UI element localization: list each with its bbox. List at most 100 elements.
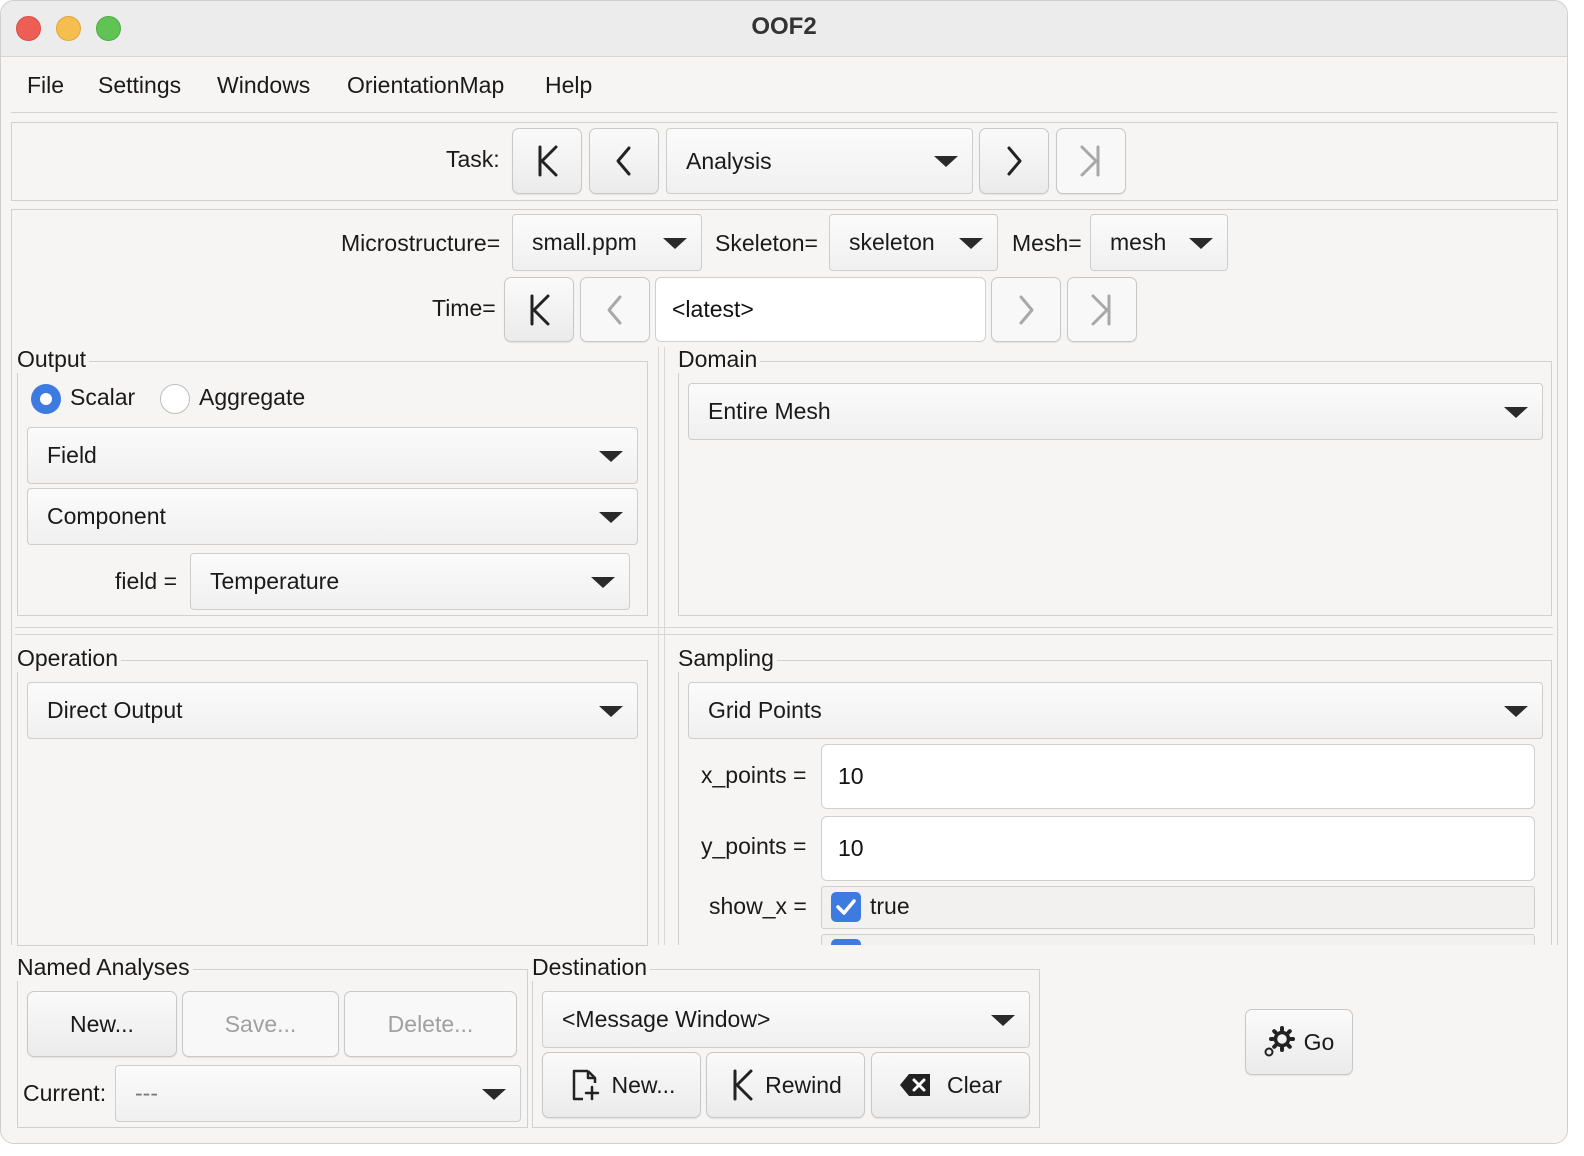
destination-rewind-button[interactable]: Rewind [706,1052,865,1118]
task-label: Task: [446,146,500,172]
output-component-combo[interactable]: Component [27,488,638,545]
mesh-value: mesh [1110,229,1167,255]
gear-icon [1264,1026,1295,1057]
dropdown-arrow-icon [599,705,623,717]
show-y-row [821,934,1535,945]
time-entry-value: <latest> [672,296,754,322]
operation-value: Direct Output [47,697,183,723]
operation-title: Operation [17,645,122,672]
named-analysis-delete-button[interactable]: Delete... [344,991,517,1057]
menu-help[interactable]: Help [545,72,592,99]
destination-clear-label: Clear [947,1071,1002,1098]
destination-value: <Message Window> [562,1006,771,1032]
operation-combo[interactable]: Direct Output [27,682,638,739]
menu-settings[interactable]: Settings [98,72,181,99]
chevron-left-icon [607,295,622,324]
named-analysis-new-button[interactable]: New... [27,991,177,1057]
go-button[interactable]: Go [1245,1009,1353,1075]
microstructure-value: small.ppm [532,229,637,255]
named-analysis-save-label: Save... [224,1010,297,1037]
skip-to-first-icon [538,145,558,177]
dropdown-arrow-icon [591,576,615,588]
menu-bar: File Settings Windows OrientationMap Hel… [1,58,1567,112]
field-param-value: Temperature [210,568,340,594]
task-first-button[interactable] [512,128,582,194]
aggregate-radio-label[interactable]: Aggregate [199,384,305,411]
output-field-value: Field [47,442,97,468]
skip-to-last-icon [1080,145,1100,177]
go-label: Go [1303,1028,1335,1055]
vertical-pane-divider[interactable] [658,347,659,945]
destination-clear-button[interactable]: Clear [871,1052,1030,1118]
y-points-value: 10 [838,835,864,861]
current-analysis-value: --- [135,1080,158,1106]
dropdown-arrow-icon [991,1014,1015,1026]
named-analysis-delete-label: Delete... [387,1010,474,1037]
dropdown-arrow-icon [1504,406,1528,418]
checkmark-icon [836,899,856,915]
destination-new-label: New... [611,1071,676,1098]
show-x-label: show_x = [709,893,807,919]
skeleton-label: Skeleton= [715,230,818,256]
menu-windows[interactable]: Windows [217,72,310,99]
microstructure-combo[interactable]: small.ppm [512,214,702,271]
time-last-button[interactable] [1067,277,1137,342]
y-points-label: y_points = [701,833,807,859]
x-points-value: 10 [838,763,864,789]
menu-divider [11,112,1557,113]
named-analyses-title: Named Analyses [17,954,193,981]
dropdown-arrow-icon [1504,705,1528,717]
sampling-combo[interactable]: Grid Points [688,682,1543,739]
dropdown-arrow-icon [1189,237,1213,249]
scalar-radio[interactable] [31,384,61,414]
horizontal-pane-divider[interactable] [15,627,1553,628]
vertical-pane-divider-2 [664,347,665,945]
aggregate-radio[interactable] [160,384,190,414]
show-x-checkbox[interactable] [831,892,861,922]
clear-backspace-icon [900,1074,931,1096]
task-next-button[interactable] [979,128,1049,194]
scalar-radio-label[interactable]: Scalar [70,384,135,411]
task-last-button[interactable] [1056,128,1126,194]
time-next-button[interactable] [991,277,1061,342]
field-param-label: field = [115,568,178,594]
dropdown-arrow-icon [959,237,983,249]
output-component-value: Component [47,503,166,529]
task-combo[interactable]: Analysis [666,128,973,194]
time-entry[interactable]: <latest> [655,277,986,342]
dropdown-arrow-icon [482,1088,506,1100]
skeleton-combo[interactable]: skeleton [829,214,998,271]
dropdown-arrow-icon [599,511,623,523]
show-x-row [821,886,1535,929]
output-field-combo[interactable]: Field [27,427,638,484]
horizontal-pane-divider-2 [15,634,1553,635]
field-param-combo[interactable]: Temperature [190,553,630,610]
dropdown-arrow-icon [663,237,687,249]
domain-combo[interactable]: Entire Mesh [688,383,1543,440]
mesh-label: Mesh= [1012,230,1082,256]
y-points-entry[interactable]: 10 [821,816,1535,881]
sampling-viewport: Sampling Grid Points x_points = 10 y_poi… [678,645,1553,945]
dropdown-arrow-icon [934,156,958,167]
time-prev-button[interactable] [580,277,650,342]
destination-rewind-label: Rewind [765,1071,842,1098]
domain-value: Entire Mesh [708,398,831,424]
time-first-button[interactable] [504,277,574,342]
destination-combo[interactable]: <Message Window> [542,991,1030,1048]
skeleton-value: skeleton [849,229,935,255]
window-title: OOF2 [751,13,817,40]
skip-to-first-icon [530,294,550,325]
current-label: Current: [23,1080,107,1106]
named-analysis-save-button[interactable]: Save... [182,991,339,1057]
radio-dot-icon [40,393,52,405]
task-prev-button[interactable] [589,128,659,194]
show-x-value: true [870,893,910,919]
named-analysis-new-label: New... [70,1010,134,1037]
destination-new-button[interactable]: New... [542,1052,701,1118]
x-points-entry[interactable]: 10 [821,744,1535,809]
mesh-combo[interactable]: mesh [1090,214,1228,271]
menu-file[interactable]: File [27,72,64,99]
show-y-checkbox[interactable] [831,939,861,945]
current-analysis-combo[interactable]: --- [115,1065,521,1122]
menu-orientationmap[interactable]: OrientationMap [347,72,504,99]
